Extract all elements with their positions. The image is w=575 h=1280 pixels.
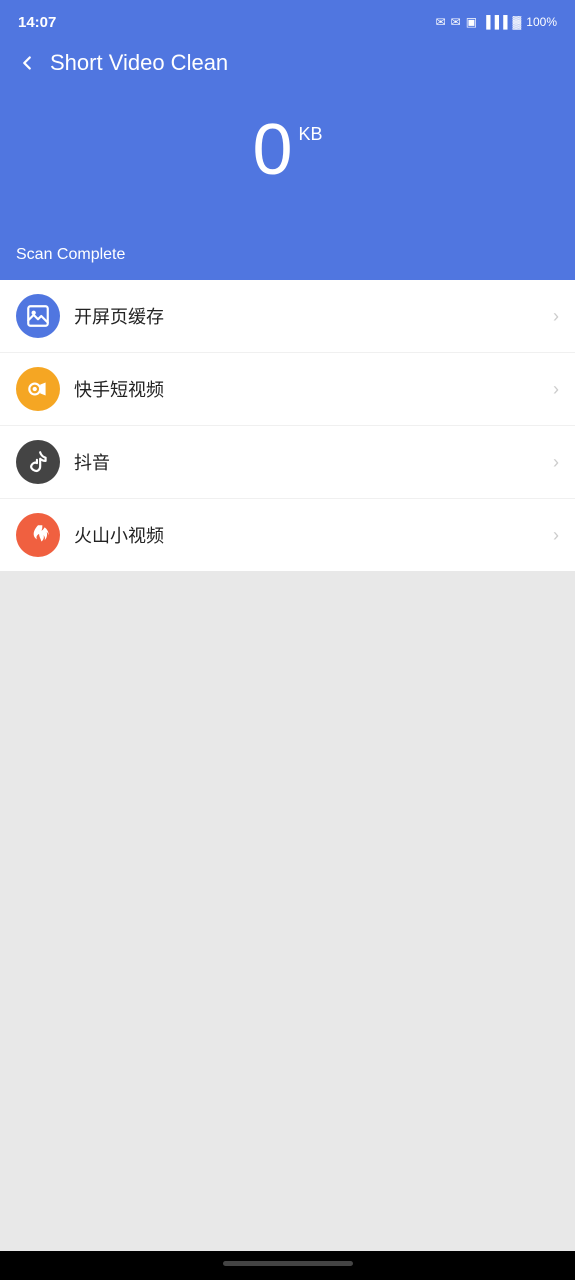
size-unit: KB bbox=[299, 124, 323, 145]
size-display: 0 KB bbox=[252, 114, 322, 186]
status-bar: 14:07 ✉ ✉ ▣ ▐▐▐ ▓ 100% bbox=[0, 0, 575, 40]
douyin-icon-bg bbox=[16, 440, 60, 484]
huoshan-label: 火山小视频 bbox=[74, 522, 553, 548]
chevron-icon: › bbox=[553, 306, 559, 327]
chevron-icon: › bbox=[553, 525, 559, 546]
grey-background bbox=[0, 571, 575, 1251]
size-number: 0 bbox=[252, 114, 292, 186]
kuaishou-label: 快手短视频 bbox=[74, 376, 553, 402]
status-icons: ✉ ✉ ▣ ▐▐▐ ▓ 100% bbox=[436, 15, 557, 29]
list-item-douyin[interactable]: 抖音 › bbox=[0, 426, 575, 499]
huoshan-icon-bg bbox=[16, 513, 60, 557]
battery-percent: 100% bbox=[526, 15, 557, 29]
douyin-label: 抖音 bbox=[74, 449, 553, 475]
kuaishou-icon-bg bbox=[16, 367, 60, 411]
page-title: Short Video Clean bbox=[50, 50, 228, 76]
battery-icon: ▓ bbox=[513, 15, 522, 29]
home-indicator-bar bbox=[0, 1251, 575, 1280]
app-list: 开屏页缓存 › 快手短视频 › 抖音 › 火山小视频 bbox=[0, 280, 575, 571]
list-item-huoshan[interactable]: 火山小视频 › bbox=[0, 499, 575, 571]
signal-icon: ▐▐▐ bbox=[482, 15, 508, 29]
list-item-kaipinye[interactable]: 开屏页缓存 › bbox=[0, 280, 575, 353]
scan-status-text: Scan Complete bbox=[16, 246, 125, 263]
home-bar bbox=[223, 1261, 353, 1266]
back-button[interactable] bbox=[16, 52, 38, 74]
kaipinye-label: 开屏页缓存 bbox=[74, 303, 553, 329]
mail2-icon: ✉ bbox=[451, 15, 461, 29]
header: Short Video Clean bbox=[0, 40, 575, 84]
list-item-kuaishou[interactable]: 快手短视频 › bbox=[0, 353, 575, 426]
kaipinye-icon-bg bbox=[16, 294, 60, 338]
chevron-icon: › bbox=[553, 379, 559, 400]
wifi-icon: ▣ bbox=[466, 15, 477, 29]
hero-section: 0 KB bbox=[0, 84, 575, 236]
chevron-icon: › bbox=[553, 452, 559, 473]
mail-icon: ✉ bbox=[436, 15, 446, 29]
scan-status: Scan Complete bbox=[0, 236, 575, 280]
status-time: 14:07 bbox=[18, 14, 56, 31]
